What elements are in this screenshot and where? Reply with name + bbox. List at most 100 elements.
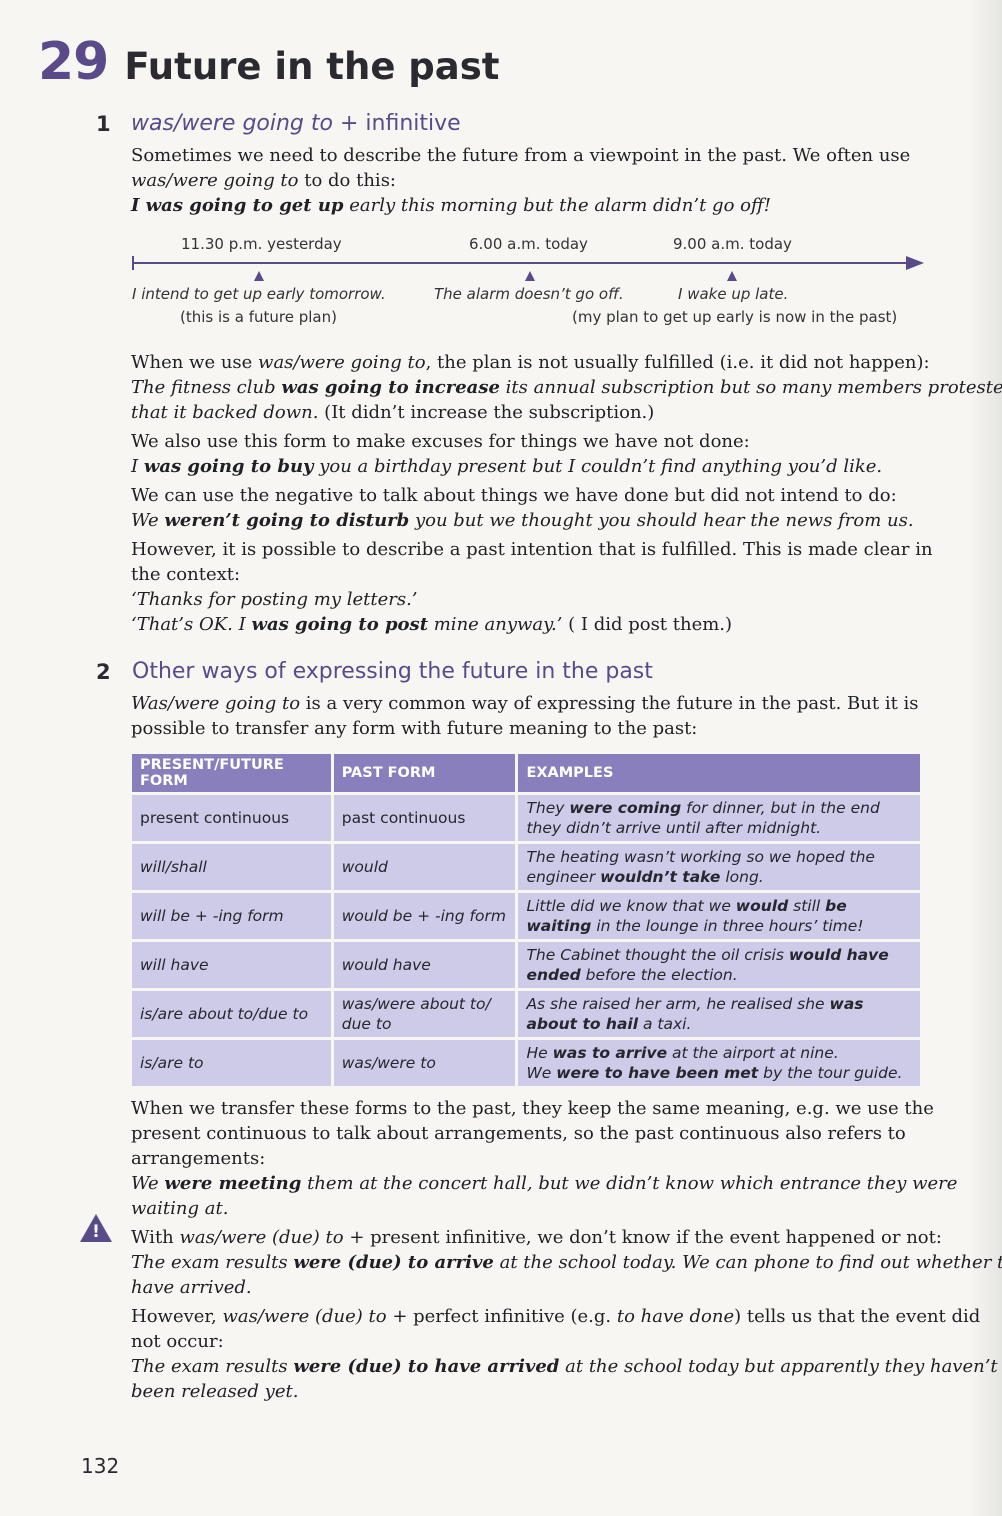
table-cell-present: will have bbox=[132, 942, 331, 988]
table-cell-present: will be + -ing form bbox=[132, 893, 331, 939]
s1-example-1-bold: I was going to get up bbox=[131, 195, 344, 216]
table-row: will/shall would The heating wasn’t work… bbox=[132, 844, 920, 890]
example-bold: was bbox=[829, 995, 864, 1013]
s2-warning-2-e: ) tells us that the event did bbox=[734, 1306, 981, 1327]
example-text: engineer bbox=[526, 868, 601, 886]
s1-example-3-c: you a birthday present but I couldn’t fi… bbox=[313, 456, 883, 477]
page-number: 132 bbox=[81, 1454, 120, 1478]
example-text: The Cabinet thought the oil crisis bbox=[526, 946, 789, 964]
table-cell-present: is/are to bbox=[132, 1040, 331, 1086]
example-bold: be bbox=[825, 897, 847, 915]
s1-para-5-line1: However, it is possible to describe a pa… bbox=[131, 539, 933, 560]
table-header-examples: EXAMPLES bbox=[518, 754, 920, 792]
s2-warning-para-2-line2: not occur: bbox=[131, 1331, 224, 1352]
example-text: by the tour guide. bbox=[758, 1064, 903, 1082]
example-bold: waiting bbox=[526, 917, 592, 935]
table-cell-present: will/shall bbox=[132, 844, 331, 890]
s1-quote-2-note: ( I did post them.) bbox=[562, 614, 733, 635]
table-header-past-form: PAST FORM bbox=[333, 754, 516, 792]
example-text: The heating wasn’t working so we hoped t… bbox=[526, 848, 875, 866]
s1-example-4-bold: weren’t going to disturb bbox=[164, 510, 410, 531]
timeline-event-3: I wake up late. bbox=[678, 285, 789, 303]
s2-warning-ex-2-a: The exam results bbox=[131, 1356, 294, 1377]
example-text: a taxi. bbox=[638, 1015, 692, 1033]
s2-warning-ex-2-bold: were (due) to have arrived bbox=[293, 1356, 560, 1377]
example-text: They bbox=[526, 799, 570, 817]
timeline-event-1: I intend to get up early tomorrow. bbox=[132, 285, 386, 303]
section-2-number: 2 bbox=[96, 660, 111, 684]
s2-example-a-line2: waiting at. bbox=[131, 1198, 229, 1219]
s2-warning-para-2-line1: However, was/were (due) to + perfect inf… bbox=[131, 1304, 980, 1329]
example-text: still bbox=[788, 897, 826, 915]
s2-example-a-line1: We were meeting them at the concert hall… bbox=[131, 1171, 971, 1196]
example-text: long. bbox=[720, 868, 764, 886]
table-cell-present: is/are about to/due to bbox=[132, 991, 331, 1037]
s1-intro-line1: Sometimes we need to describe the future… bbox=[131, 145, 911, 166]
example-text: Little did we know that we bbox=[526, 897, 736, 915]
table-cell-example: They were coming for dinner, but in the … bbox=[518, 795, 920, 841]
table-cell-past: past continuous bbox=[333, 795, 516, 841]
example-text: He bbox=[526, 1044, 553, 1062]
s2-warning-example-1-line1: The exam results were (due) to arrive at… bbox=[131, 1250, 1002, 1275]
s1-intro-form: was/were going to bbox=[131, 170, 299, 191]
s1-example-2-c: its annual subscription but so many memb… bbox=[499, 377, 1002, 398]
s2-intro-rest: is a very common way of expressing the f… bbox=[300, 693, 919, 714]
s1-example-3-a: I bbox=[131, 456, 144, 477]
table-cell-example: As she raised her arm, he realised she w… bbox=[518, 991, 920, 1037]
s1-example-1-rest: early this morning but the alarm didn’t … bbox=[343, 195, 771, 216]
s1-example-3: I was going to buy you a birthday presen… bbox=[131, 454, 971, 479]
s1-example-2-d: that it backed down. bbox=[131, 402, 319, 423]
s2-warning-example-2-line2: been released yet. bbox=[131, 1381, 299, 1402]
s2-warning-2-form: was/were (due) to bbox=[222, 1306, 387, 1327]
example-text: at the airport at nine. bbox=[667, 1044, 839, 1062]
warning-exclamation-icon: ! bbox=[92, 1222, 100, 1242]
s2-example-a-1: We bbox=[131, 1173, 165, 1194]
s1-example-2-bold: was going to increase bbox=[281, 377, 500, 398]
example-bold: were coming bbox=[569, 799, 682, 817]
table-row: is/are about to/due to was/were about to… bbox=[132, 991, 920, 1037]
s1-para-4: We can use the negative to talk about th… bbox=[131, 485, 897, 506]
s2-warning-2-d: to have done bbox=[616, 1306, 735, 1327]
section-2-title: Other ways of expressing the future in t… bbox=[132, 659, 653, 684]
timeline-event-2: The alarm doesn’t go off. bbox=[434, 285, 624, 303]
s1-quote-1: ‘Thanks for posting my letters.’ bbox=[131, 589, 418, 610]
s1-example-4-a: We bbox=[131, 510, 165, 531]
timeline-time-3: 9.00 a.m. today bbox=[673, 235, 792, 253]
table-cell-example: Little did we know that we would still b… bbox=[518, 893, 920, 939]
unit-heading: 29 Future in the past bbox=[38, 32, 499, 92]
s2-example-a-3: them at the concert hall, but we didn’t … bbox=[301, 1173, 958, 1194]
s2-warning-1-c: + present infinitive, we don’t know if t… bbox=[343, 1227, 942, 1248]
example-text: for dinner, but in the end bbox=[681, 799, 880, 817]
section-1-title-rest: + infinitive bbox=[332, 111, 461, 136]
section-1-title: was/were going to + infinitive bbox=[131, 111, 461, 136]
example-bold: wouldn’t take bbox=[600, 868, 721, 886]
s1-example-4: We weren’t going to disturb you but we t… bbox=[131, 508, 971, 533]
s2-warning-1-form: was/were (due) to bbox=[179, 1227, 344, 1248]
unit-title: Future in the past bbox=[124, 45, 500, 88]
table-cell-past: would be + -ing form bbox=[333, 893, 516, 939]
timeline-event-1-note: (this is a future plan) bbox=[180, 308, 337, 326]
table-cell-example: The Cabinet thought the oil crisis would… bbox=[518, 942, 920, 988]
table-header-row: PRESENT/FUTURE FORM PAST FORM EXAMPLES bbox=[132, 754, 920, 792]
s1-example-2-note: (It didn’t increase the subscription.) bbox=[318, 402, 655, 423]
timeline-marker-1 bbox=[254, 271, 264, 281]
s2-warning-para-1: With was/were (due) to + present infinit… bbox=[131, 1225, 971, 1250]
s2-warning-ex-1-a: The exam results bbox=[131, 1252, 294, 1273]
s2-para-1-line3: arrangements: bbox=[131, 1148, 266, 1169]
table-cell-past: was/were to bbox=[333, 1040, 516, 1086]
s1-example-2-line1: The fitness club was going to increase i… bbox=[131, 375, 1002, 400]
section-1-number: 1 bbox=[96, 112, 111, 136]
s2-warning-2-c: + perfect infinitive (e.g. bbox=[386, 1306, 617, 1327]
s1-example-2-line2: that it backed down. (It didn’t increase… bbox=[131, 400, 971, 425]
s2-para-1-line1: When we transfer these forms to the past… bbox=[131, 1098, 934, 1119]
table-row: will have would have The Cabinet thought… bbox=[132, 942, 920, 988]
s2-warning-example-1-line2: have arrived. bbox=[131, 1277, 252, 1298]
s1-para-2: When we use was/were going to, the plan … bbox=[131, 350, 971, 375]
table-header-present-future: PRESENT/FUTURE FORM bbox=[132, 754, 331, 792]
s1-para-2-form: was/were going to bbox=[258, 352, 426, 373]
s1-intro-rest: to do this: bbox=[298, 170, 396, 191]
s1-example-1: I was going to get up early this morning… bbox=[131, 193, 971, 218]
s1-quote-2-bold: was going to post bbox=[251, 614, 429, 635]
example-text: As she raised her arm, he realised she bbox=[526, 995, 830, 1013]
table-row: is/are to was/were to He was to arrive a… bbox=[132, 1040, 920, 1086]
